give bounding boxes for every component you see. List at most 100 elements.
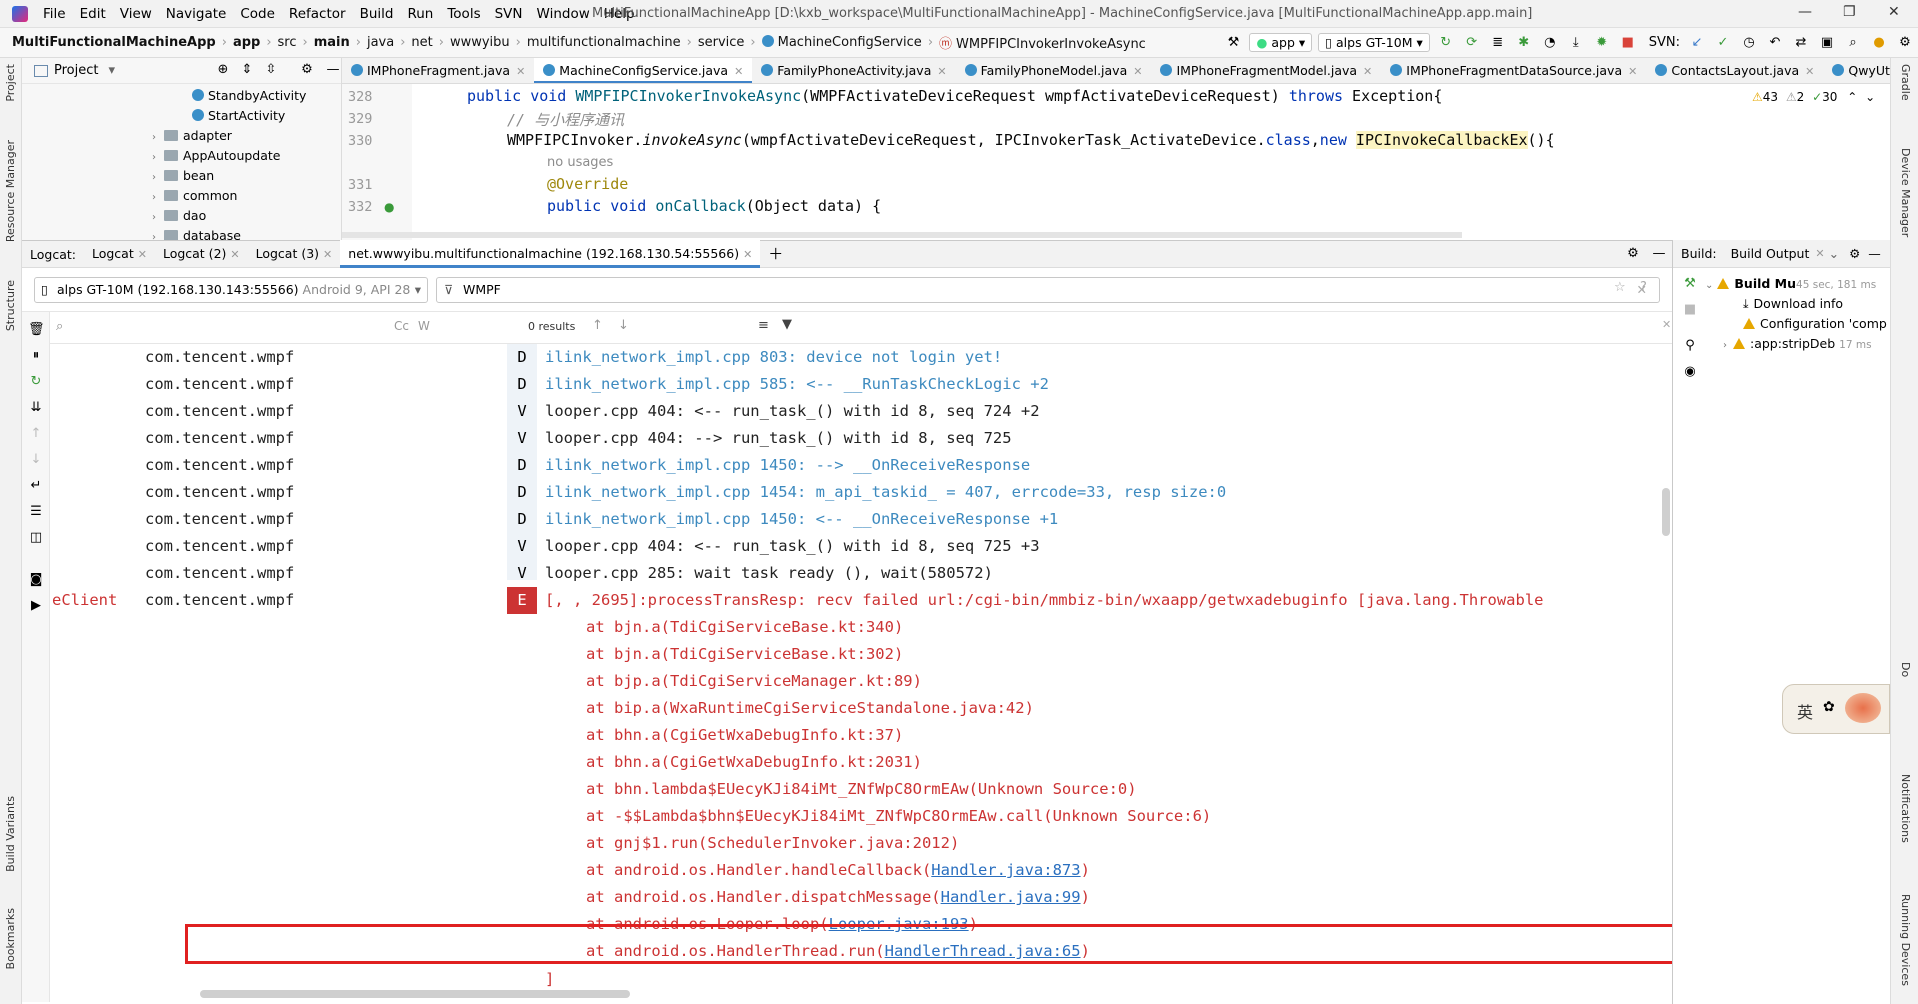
menu-view[interactable]: View [113, 6, 159, 22]
chevron-right-icon[interactable]: › [152, 148, 164, 168]
video-icon[interactable]: ▶ [28, 598, 44, 614]
tab-qwyutil[interactable]: QwyUtil.java✕ [1823, 58, 1890, 83]
breadcrumb-method[interactable]: ⓜ WMPFIPCInvokerInvokeAsync [935, 33, 1150, 52]
arrow-up-icon[interactable]: ↑ [592, 318, 603, 333]
scroll-end-icon[interactable]: ⇊ [28, 400, 44, 416]
tool-structure[interactable]: Structure [4, 280, 17, 331]
regex-icon[interactable]: Cc [394, 319, 409, 333]
chevron-down-icon[interactable]: ⌄ [1705, 280, 1713, 291]
tab-imphonefragment[interactable]: IMPhoneFragment.java ✕ [342, 58, 534, 83]
chevron-down-icon[interactable]: ⌄ [1829, 246, 1839, 261]
tab-familyphoneactivity[interactable]: FamilyPhoneActivity.java ✕ [752, 58, 955, 83]
breadcrumb-project[interactable]: MultiFunctionalMachineApp [0, 35, 220, 50]
tree-item[interactable]: › AppAutoupdate [152, 146, 281, 166]
revert-icon[interactable]: ↶ [1767, 35, 1783, 51]
apply-changes-icon[interactable]: ⟳ [1464, 35, 1480, 51]
stop-icon[interactable]: ■ [1620, 35, 1636, 51]
up-icon[interactable]: ↑ [28, 426, 44, 442]
arrow-down-icon[interactable]: ↓ [618, 318, 629, 333]
tree-item[interactable]: › bean [152, 166, 214, 186]
pause-icon[interactable]: ⏸ [28, 348, 44, 364]
menu-edit[interactable]: Edit [73, 6, 113, 22]
tab-logcat-2[interactable]: Logcat (2) ✕ [155, 240, 248, 268]
build-tree-item[interactable]: ›:app:stripDeb 17 ms [1723, 334, 1872, 354]
hammer-icon[interactable]: ⚒ [1225, 35, 1241, 51]
breadcrumb-class[interactable]: MachineConfigService [758, 35, 926, 50]
close-icon[interactable]: ✕ [323, 248, 332, 261]
tree-item[interactable]: › database [152, 226, 241, 240]
chevron-right-icon[interactable]: › [152, 188, 164, 208]
tree-item[interactable]: › adapter [152, 126, 232, 146]
chevron-right-icon[interactable]: › [152, 208, 164, 228]
menu-build[interactable]: Build [353, 6, 401, 22]
tool-running-devices[interactable]: Running Devices [1899, 894, 1912, 986]
wrap-icon[interactable]: ≡ [758, 318, 769, 333]
tree-item[interactable]: StartActivity [192, 106, 285, 126]
chevron-right-icon[interactable]: › [152, 228, 164, 240]
tool-project[interactable]: Project [4, 64, 17, 102]
settings-icon[interactable]: ⚙ [1897, 35, 1913, 51]
menu-window[interactable]: Window [530, 6, 597, 22]
minimize-icon[interactable]: — [1798, 4, 1812, 20]
filter-toggle-icon[interactable]: ▼ [782, 317, 792, 332]
build-tree-item[interactable]: ⤓ Download info [1743, 294, 1843, 314]
close-icon[interactable]: ✕ [937, 65, 946, 78]
debug-icon[interactable]: ✱ [1516, 35, 1532, 51]
sdk-icon[interactable]: ▣ [1819, 35, 1835, 51]
tool-do[interactable]: Do [1899, 662, 1912, 677]
project-view-select[interactable]: Project [54, 63, 98, 78]
hammer-icon[interactable]: ⚒ [1682, 276, 1698, 292]
close-icon[interactable]: ✕ [1133, 65, 1142, 78]
breadcrumb-src[interactable]: src [274, 35, 301, 50]
collapse-all-icon[interactable]: ⇳ [263, 62, 279, 78]
chevron-right-icon[interactable]: › [152, 168, 164, 188]
logcat-hide-icon[interactable]: — [1651, 246, 1667, 262]
svn-update-icon[interactable]: ↙ [1689, 35, 1705, 51]
logcat-output[interactable]: com.tencent.wmpf Dilink_network_impl.cpp … [50, 344, 1672, 994]
profile-icon[interactable]: ◔ [1542, 35, 1558, 51]
add-tab-icon[interactable]: ＋ [760, 240, 791, 268]
restart-icon[interactable]: ↻ [28, 374, 44, 390]
menu-run[interactable]: Run [400, 6, 440, 22]
history-icon[interactable]: ◷ [1741, 35, 1757, 51]
close-icon[interactable]: ✕ [1628, 65, 1637, 78]
chevron-down-icon[interactable]: ⌄ [1865, 90, 1875, 104]
build-hide-icon[interactable]: — [1868, 246, 1881, 261]
expand-all-icon[interactable]: ⇕ [239, 62, 255, 78]
input-method-widget[interactable]: 英 ✿ [1782, 684, 1890, 734]
tab-logcat-app[interactable]: net.wwwyibu.multifunctionalmachine (192.… [340, 240, 761, 268]
breadcrumb-package[interactable]: multifunctionalmachine [523, 35, 685, 50]
down-icon[interactable]: ↓ [28, 452, 44, 468]
tab-machineconfigservice[interactable]: MachineConfigService.java ✕ [534, 58, 753, 83]
tool-notifications[interactable]: Notifications [1899, 774, 1912, 843]
restore-icon[interactable]: ❐ [1843, 4, 1856, 20]
source-link[interactable]: Handler.java:873 [931, 861, 1080, 879]
breadcrumb-module[interactable]: app [229, 35, 264, 50]
help-icon[interactable]: ? [1640, 280, 1647, 295]
camera-icon[interactable]: ◙ [28, 572, 44, 588]
close-icon[interactable]: ✕ [138, 248, 147, 261]
menu-svn[interactable]: SVN [488, 6, 530, 22]
device-process-select[interactable]: ▯ alps GT-10M (192.168.130.143:55566) An… [34, 277, 428, 303]
tool-resource-manager[interactable]: Resource Manager [4, 140, 17, 242]
log-hscrollbar[interactable] [200, 990, 630, 998]
tree-item[interactable]: › common [152, 186, 237, 206]
close-icon[interactable]: ✕ [230, 248, 239, 261]
tab-contactslayout[interactable]: ContactsLayout.java ✕ [1646, 58, 1823, 83]
stop-build-icon[interactable]: ■ [1682, 302, 1698, 318]
inspection-widget[interactable]: ⚠43 ⚠2 ✓30 ⌃ ⌄ [1752, 90, 1875, 104]
tab-familyphonemodel[interactable]: FamilyPhoneModel.java ✕ [956, 58, 1152, 83]
log-vscrollbar[interactable] [1662, 488, 1670, 536]
breadcrumb-main[interactable]: main [310, 35, 354, 50]
soft-wrap-icon[interactable]: ↵ [28, 478, 44, 494]
logcat-settings-icon[interactable]: ⚙ [1625, 246, 1641, 262]
tool-bookmarks[interactable]: Bookmarks [4, 908, 17, 969]
favorite-icon[interactable]: ☆ [1614, 280, 1626, 295]
close-icon[interactable]: ✕ [516, 65, 525, 78]
tab-logcat-3[interactable]: Logcat (3) ✕ [248, 240, 341, 268]
format-icon[interactable]: ☰ [28, 504, 44, 520]
trash-icon[interactable]: 🗑 [28, 322, 45, 338]
list-icon[interactable]: ≣ [1490, 35, 1506, 51]
source-link[interactable]: HandlerThread.java:65 [885, 942, 1081, 960]
menu-code[interactable]: Code [233, 6, 282, 22]
